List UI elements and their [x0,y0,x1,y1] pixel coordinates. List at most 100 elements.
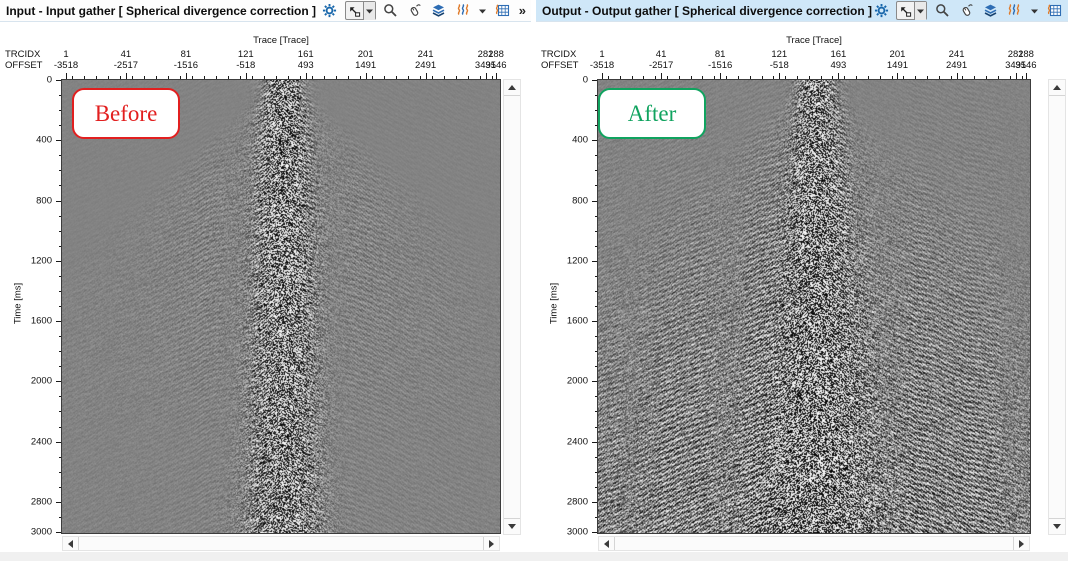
fit-view-split-button [345,1,376,20]
wiggle-display-button[interactable] [1005,2,1023,20]
trcidx-tick-label: 201 [890,49,906,60]
trcidx-tick-label: 121 [238,49,254,60]
trcidx-axis-label: TRCIDX [541,49,576,60]
fit-view-button[interactable] [897,2,914,20]
layers-icon [431,3,446,18]
offset-tick-label: -518 [236,60,255,71]
scroll-up-button[interactable] [504,80,520,96]
output-gather-panel: Output - Output gather [ Spherical diver… [536,0,1068,561]
mouse-select-button[interactable] [406,2,424,20]
scroll-up-button[interactable] [1049,80,1065,96]
seismic-image-output[interactable] [597,79,1031,534]
scroll-down-button[interactable] [1049,518,1065,534]
offset-tick-label: -3518 [590,60,614,71]
time-tick-label: 3000 [567,527,588,538]
wiggle-display-dropdown-button[interactable] [478,2,488,20]
settings-gear-button[interactable] [872,2,890,20]
fit-view-corner-arrow-icon [899,5,912,18]
trcidx-tick-row: 14181121161201241281288 [62,49,500,60]
more-tools-overflow-button[interactable]: » [518,3,527,18]
zoom-magnifier-icon [935,3,950,18]
trcidx-tick-label: 161 [298,49,314,60]
time-tick-label: 2400 [567,436,588,447]
time-tick-label: 2800 [567,496,588,507]
bottom-strip [0,552,1068,561]
seismic-image-input[interactable] [61,79,501,534]
fit-view-dropdown-button[interactable] [363,2,375,20]
trcidx-tick-label: 41 [656,49,667,60]
offset-tick-label: 1491 [355,60,376,71]
time-tick-label: 400 [36,135,52,146]
scroll-down-button[interactable] [504,518,520,534]
left-arrow-icon [68,540,73,548]
trcidx-tick-label: 1 [63,49,68,60]
horizontal-scrollbar[interactable] [598,536,1030,551]
trcidx-tick-label: 288 [488,49,504,60]
offset-axis-label: OFFSET [5,60,42,71]
panel-title: Input - Input gather [ Spherical diverge… [6,4,316,18]
settings-gear-button[interactable] [321,2,339,20]
before-annotation-badge: Before [72,88,180,139]
zoom-magnifier-icon [383,3,398,18]
up-arrow-icon [508,85,516,90]
time-tick-label: 1600 [567,316,588,327]
trcidx-tick-label: 201 [358,49,374,60]
trace-axis-title: Trace [Trace] [598,35,1030,46]
input-gather-panel: Input - Input gather [ Spherical diverge… [0,0,531,561]
chevron-down-icon [1030,7,1039,15]
layers-icon [983,3,998,18]
scroll-right-button[interactable] [1013,537,1029,550]
settings-gear-icon [322,3,337,18]
horizontal-scrollbar[interactable] [62,536,500,551]
time-tick-label: 2000 [567,376,588,387]
down-arrow-icon [508,524,516,529]
wiggle-table-button[interactable] [494,2,512,20]
fit-view-dropdown-button[interactable] [914,2,926,20]
right-arrow-icon [1019,540,1024,548]
down-arrow-icon [1053,524,1061,529]
panel-toolbar: » [872,1,1068,20]
offset-tick-label: 493 [830,60,846,71]
offset-tick-label: -3518 [54,60,78,71]
layers-button[interactable] [430,2,448,20]
mouse-icon [959,3,974,18]
fit-view-split-button [896,1,927,20]
right-arrow-icon [489,540,494,548]
offset-tick-label: 3546 [1015,60,1036,71]
fit-view-button[interactable] [346,2,363,20]
left-arrow-icon [604,540,609,548]
trcidx-tick-row: 14181121161201241281288 [598,49,1030,60]
scroll-right-button[interactable] [483,537,499,550]
offset-tick-row: -3518-2517-1516-5184931491249134913546 [62,60,500,71]
layers-button[interactable] [981,2,999,20]
chevron-down-icon [478,7,487,15]
wiggle-display-dropdown-button[interactable] [1029,2,1039,20]
offset-tick-label: -2517 [649,60,673,71]
offset-tick-label: -2517 [114,60,138,71]
offset-tick-label: 493 [298,60,314,71]
wiggle-display-button[interactable] [454,2,472,20]
time-tick-column: 0400800120016002000240028003000 [536,80,598,534]
wiggle-table-button[interactable] [1045,2,1063,20]
zoom-button[interactable] [382,2,400,20]
output-panel-body: Trace [Trace] TRCIDX OFFSET 141811211612… [536,22,1068,561]
scroll-left-button[interactable] [63,537,79,550]
zoom-button[interactable] [933,2,951,20]
vertical-scrollbar[interactable] [503,79,521,535]
time-tick-label: 800 [572,195,588,206]
trcidx-axis-label: TRCIDX [5,49,40,60]
vertical-scrollbar[interactable] [1048,79,1066,535]
wiggle-display-icon [1007,3,1021,18]
time-tick-label: 2400 [31,436,52,447]
wiggle-display-icon [456,3,470,18]
settings-gear-icon [874,3,889,18]
panel-toolbar: » [321,1,527,20]
time-tick-label: 0 [47,75,52,86]
scroll-left-button[interactable] [599,537,615,550]
offset-axis-label: OFFSET [541,60,578,71]
time-tick-label: 400 [572,135,588,146]
mouse-icon [407,3,422,18]
mouse-select-button[interactable] [957,2,975,20]
trcidx-tick-label: 161 [830,49,846,60]
trcidx-tick-label: 241 [418,49,434,60]
